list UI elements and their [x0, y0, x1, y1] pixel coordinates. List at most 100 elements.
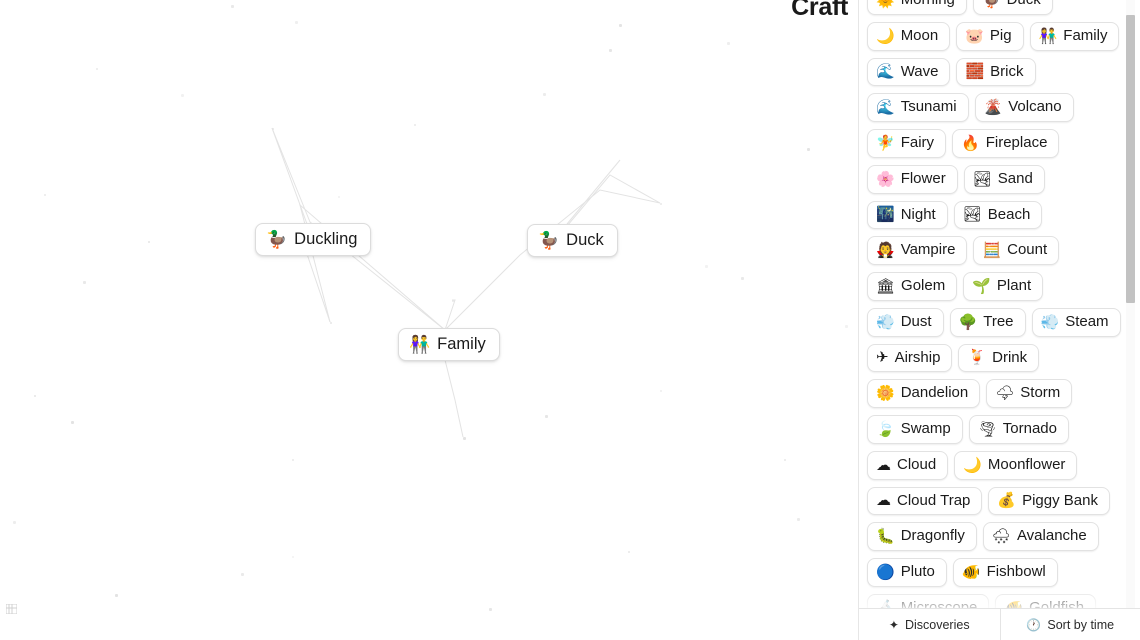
element-chip[interactable]: 🐠 Goldfish	[995, 593, 1097, 608]
element-chip-label: Flower	[900, 169, 946, 187]
sort-by-time-button[interactable]: 🕐 Sort by time	[999, 609, 1140, 640]
element-chip-label: Volcano	[1008, 98, 1062, 116]
element-chip[interactable]: 🌋 Volcano	[974, 93, 1074, 122]
wave-icon: 🌊	[876, 99, 895, 117]
element-chip[interactable]: 🌊 Tsunami	[867, 93, 969, 122]
element-chip-label: Cloud Trap	[897, 491, 971, 509]
particle-dot	[797, 518, 800, 521]
element-chip[interactable]: 💨 Dust	[867, 307, 944, 337]
element-chip-label: Drink	[992, 348, 1028, 366]
element-chip[interactable]: 🌼 Dandelion	[867, 379, 981, 408]
element-chip[interactable]: 🍹 Drink	[958, 343, 1040, 373]
canvas-node-family[interactable]: 👫 Family	[398, 328, 500, 361]
bank-icon: 🏛	[876, 277, 896, 295]
snowcloud-icon: 🌨	[991, 528, 1011, 546]
particle-dot	[845, 325, 848, 328]
particle-dot	[292, 459, 294, 461]
element-chip[interactable]: 🐷 Pig	[956, 21, 1024, 51]
element-chip[interactable]: 🧮 Count	[973, 236, 1060, 265]
element-chip[interactable]: 🏞 Sand	[963, 164, 1045, 194]
element-chip[interactable]: ☁ Cloud Trap	[867, 486, 983, 516]
fish-icon: 🐠	[1004, 601, 1023, 608]
tree-icon: 🌳	[958, 313, 978, 331]
sidebar-scroll-area[interactable]: 🌞 Morning 🦆 Duck 🌙 Moon 🐷 Pig 👫 Family 🌊 Wave 🧱 Brick…	[859, 0, 1140, 608]
element-chip[interactable]: 🔬 Microscope	[867, 593, 990, 608]
element-chip[interactable]: 🌙 Moonflower	[954, 450, 1078, 480]
element-chip-label: Cloud	[897, 455, 937, 473]
duck-icon: 🦆	[266, 229, 288, 249]
element-chip[interactable]: 🧱 Brick	[956, 57, 1036, 87]
element-chip[interactable]: ✈ Airship	[867, 343, 953, 373]
particle-dot	[463, 437, 466, 440]
element-chip[interactable]: 🐛 Dragonfly	[867, 522, 977, 551]
particle-dot	[338, 196, 340, 198]
element-chip[interactable]: 🐠 Fishbowl	[952, 558, 1058, 587]
particle-dot	[231, 5, 234, 8]
element-chip-label: Sand	[997, 169, 1033, 187]
element-chip-label: Tree	[983, 312, 1014, 330]
element-chip-label: Dragonfly	[900, 527, 965, 545]
page-title: Craft	[791, 0, 848, 21]
element-chip[interactable]: 🌙 Moon	[867, 21, 951, 51]
element-chip[interactable]: 🌊 Wave	[867, 57, 951, 87]
element-chip[interactable]: 🔥 Fireplace	[952, 129, 1060, 158]
cocktail-icon: 🍹	[967, 349, 987, 367]
particle-dot	[545, 415, 548, 418]
planet-icon: 🔵	[876, 563, 895, 581]
element-chip[interactable]: 🧚 Fairy	[867, 129, 947, 158]
beach-icon: 🏞	[962, 206, 982, 224]
element-chip[interactable]: 🌪 Tornado	[968, 415, 1069, 444]
element-chip[interactable]: 🌞 Morning	[867, 0, 967, 15]
family-icon: 👫	[409, 334, 431, 354]
element-chip[interactable]: 🏞 Beach	[953, 200, 1043, 230]
element-chip[interactable]: 💨 Steam	[1031, 307, 1121, 337]
element-chip-label: Microscope	[900, 598, 978, 608]
crafting-canvas[interactable]: 🦆 Duckling 🦆 Duck 👫 Family	[0, 0, 858, 640]
element-chip-label: Moon	[900, 26, 939, 44]
canvas-node-duckling[interactable]: 🦆 Duckling	[255, 223, 372, 256]
flower-icon: 🌸	[876, 170, 895, 188]
steam-icon: 💨	[1040, 313, 1060, 331]
element-chip[interactable]: ☁ Cloud	[867, 450, 949, 480]
particle-dot	[619, 24, 622, 27]
element-chip[interactable]: 🌳 Tree	[949, 307, 1026, 337]
element-chip[interactable]: 🔵 Pluto	[867, 558, 947, 587]
element-chip[interactable]: 🦆 Duck	[972, 0, 1053, 15]
element-chip-label: Dust	[900, 312, 932, 330]
element-chip-label: Storm	[1020, 384, 1061, 402]
particle-dot	[292, 556, 294, 558]
node-connection-lines	[271, 127, 661, 438]
sidebar-bottom-bar: ✦ Discoveries 🕐 Sort by time	[859, 608, 1140, 640]
element-chip[interactable]: 🌸 Flower	[867, 164, 958, 194]
element-chip[interactable]: 🌨 Avalanche	[982, 522, 1099, 551]
element-chip[interactable]: 👫 Family	[1029, 21, 1120, 51]
particle-dot	[660, 203, 662, 205]
particle-dot	[660, 390, 662, 392]
element-chip[interactable]: 🍃 Swamp	[867, 415, 963, 444]
element-chip[interactable]: 💰 Piggy Bank	[988, 486, 1110, 516]
airship-icon: ✈	[876, 349, 889, 367]
element-chip-label: Tsunami	[900, 98, 957, 116]
element-chip[interactable]: 🏛 Golem	[867, 272, 958, 301]
moon-icon: 🌙	[876, 27, 895, 45]
family-icon: 👫	[1038, 27, 1058, 45]
microscope-icon: 🔬	[876, 601, 895, 608]
vampire-icon: 🧛	[876, 242, 895, 260]
particle-dot	[272, 128, 274, 130]
discoveries-button[interactable]: ✦ Discoveries	[859, 609, 1000, 640]
particle-dot	[295, 21, 298, 24]
element-chip[interactable]: 🌩 Storm	[986, 379, 1073, 408]
element-chip[interactable]: 🌱 Plant	[963, 272, 1044, 301]
particle-dot	[181, 94, 184, 97]
element-chip[interactable]: 🧛 Vampire	[867, 236, 968, 265]
element-list: 🌞 Morning 🦆 Duck 🌙 Moon 🐷 Pig 👫 Family 🌊 Wave 🧱 Brick…	[859, 0, 1127, 608]
sidebar-scrollbar-thumb[interactable]	[1126, 15, 1135, 303]
particle-dot	[727, 42, 730, 45]
element-chip-label: Fairy	[900, 134, 935, 151]
particle-dot	[34, 395, 36, 397]
canvas-node-duck[interactable]: 🦆 Duck	[527, 224, 618, 257]
canvas-corner-widget[interactable]	[6, 604, 17, 614]
element-chip[interactable]: 🌃 Night	[867, 200, 948, 230]
particle-dot	[96, 68, 98, 70]
sparkles-icon: ✦	[888, 617, 899, 632]
